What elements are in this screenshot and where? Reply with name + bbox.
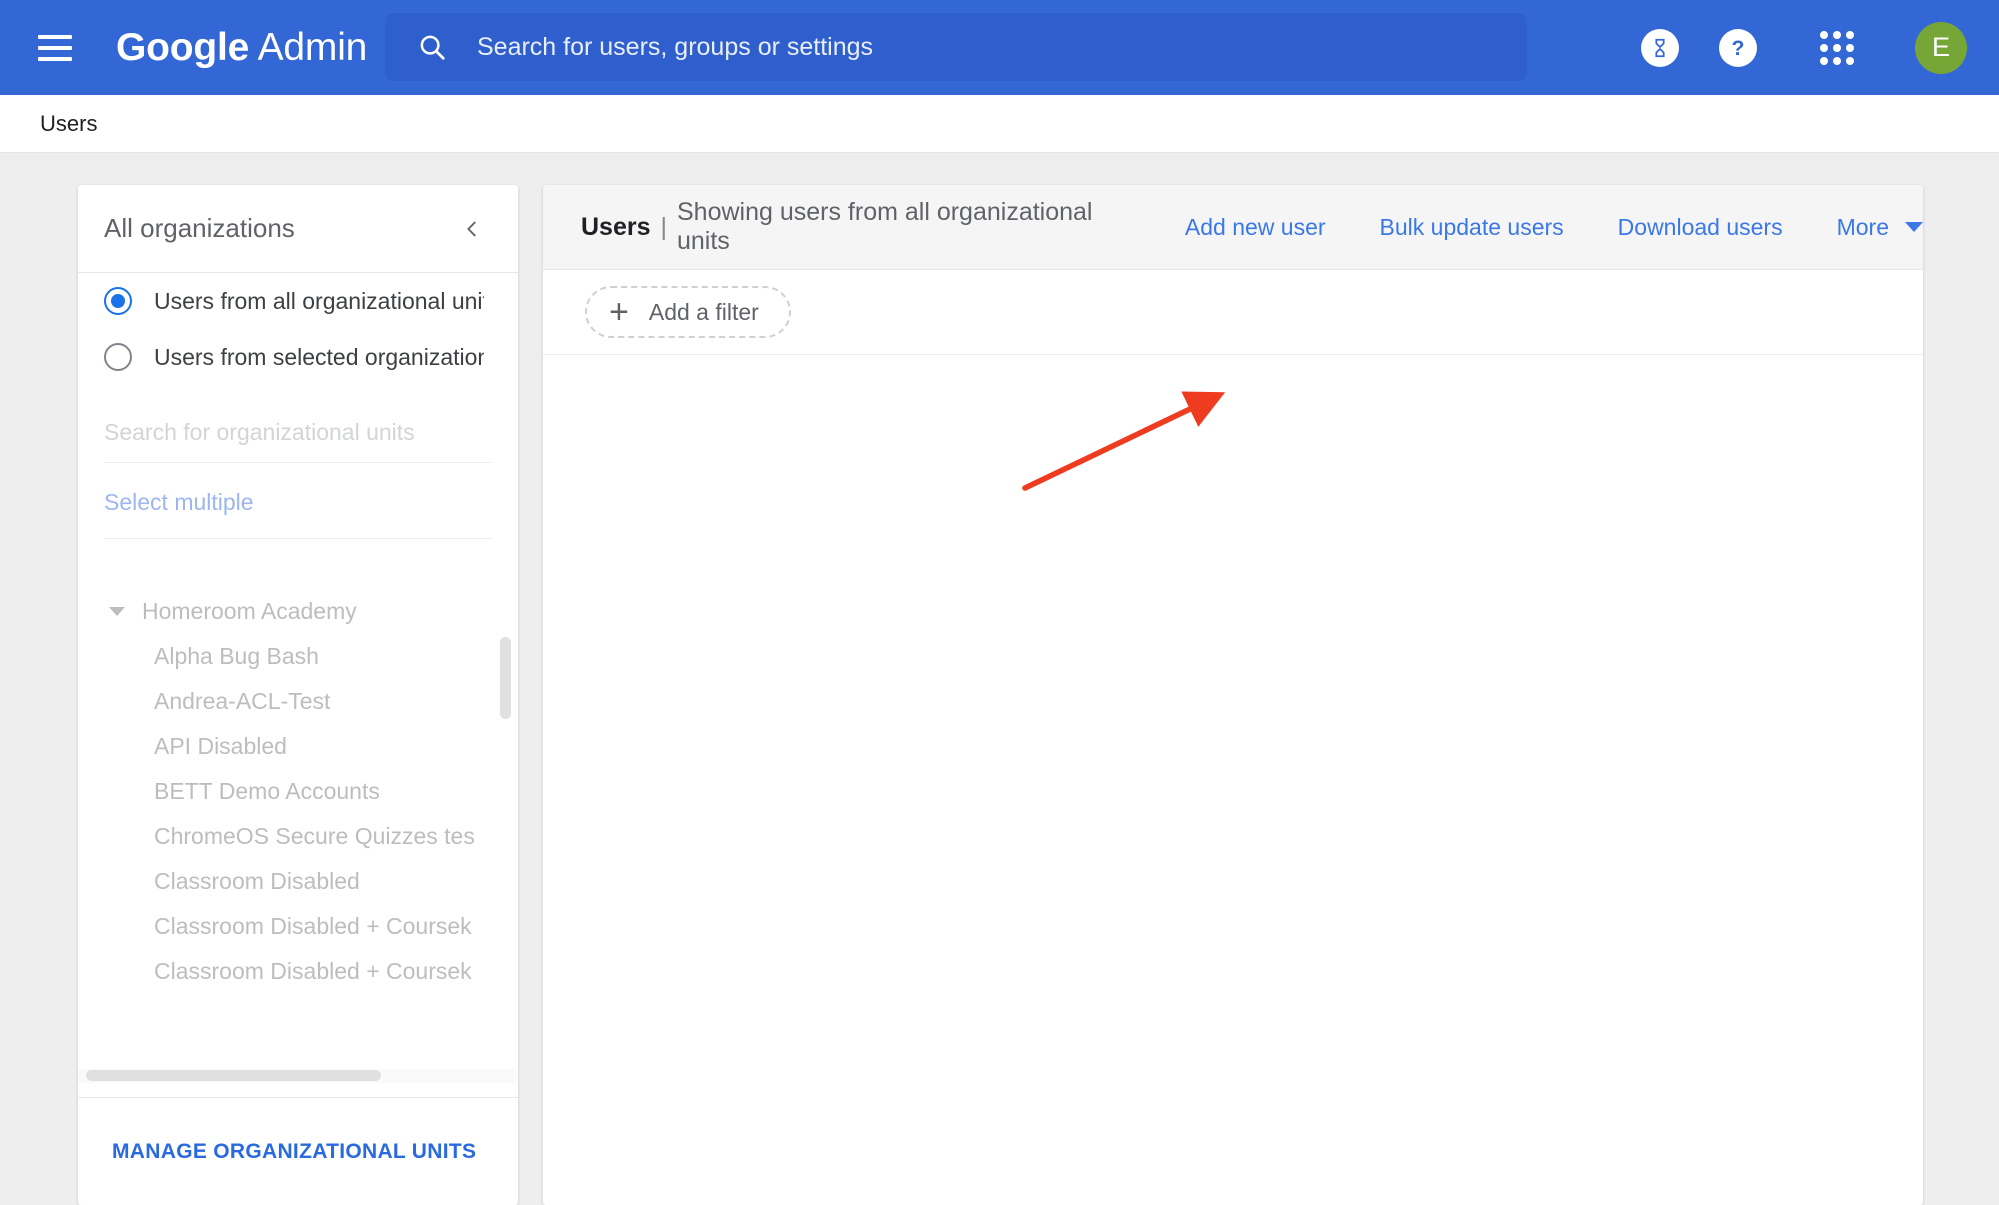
list-item[interactable]: Classroom Disabled + Coursek [78, 949, 518, 994]
organizations-panel-footer: MANAGE ORGANIZATIONAL UNITS [78, 1097, 518, 1205]
apps-grid-icon[interactable] [1820, 30, 1854, 65]
users-title: Users [581, 212, 651, 241]
help-icon-slot: ? [1699, 28, 1777, 67]
search-placeholder: Search for users, groups or settings [477, 32, 874, 61]
org-unit-label: Classroom Disabled + Coursek [154, 958, 472, 984]
list-item[interactable]: BETT Demo Accounts [78, 769, 518, 814]
hourglass-icon-slot [1621, 28, 1699, 67]
org-unit-label: Classroom Disabled + Coursek [154, 913, 472, 939]
app-brand: Google Admin [116, 26, 367, 70]
page-title: All organizations [104, 213, 295, 243]
radio-all-org-units-control[interactable] [104, 287, 132, 315]
hamburger-menu-icon[interactable] [38, 34, 72, 61]
breadcrumb: Users [0, 95, 1999, 153]
radio-all-org-units[interactable]: Users from all organizational units [78, 273, 518, 329]
list-item[interactable]: Alpha Bug Bash [78, 634, 518, 679]
organizations-panel-header: All organizations [78, 185, 518, 273]
radio-selected-org-units[interactable]: Users from selected organizational… [78, 329, 518, 385]
search-input[interactable]: Search for users, groups or settings [385, 13, 1527, 81]
list-item[interactable]: Classroom Disabled + Coursek [78, 904, 518, 949]
breadcrumb-users[interactable]: Users [40, 111, 97, 137]
account-avatar[interactable]: E [1915, 21, 1967, 74]
more-actions-link[interactable]: More [1837, 214, 1923, 241]
chevron-down-icon [1905, 222, 1923, 232]
help-icon[interactable]: ? [1719, 28, 1757, 67]
add-new-user-link[interactable]: Add new user [1185, 214, 1326, 241]
top-app-bar: Google Admin Search for users, groups or… [0, 0, 1999, 95]
org-unit-list[interactable]: Homeroom Academy Alpha Bug Bash Andrea-A… [78, 589, 518, 1083]
add-filter-button[interactable]: + Add a filter [585, 286, 791, 338]
users-subtitle: Showing users from all organizational un… [677, 198, 1093, 255]
download-users-link[interactable]: Download users [1618, 214, 1783, 241]
org-unit-label: BETT Demo Accounts [154, 778, 380, 804]
list-item[interactable]: API Disabled [78, 724, 518, 769]
radio-selected-org-units-label: Users from selected organizational… [154, 343, 484, 370]
org-unit-label: Classroom Disabled [154, 868, 360, 894]
manage-organizational-units-button[interactable]: MANAGE ORGANIZATIONAL UNITS [112, 1140, 476, 1164]
plus-icon: + [609, 293, 629, 331]
apps-grid-icon-slot [1777, 30, 1897, 65]
list-item[interactable]: Homeroom Academy [78, 589, 518, 634]
search-icon [417, 32, 447, 62]
page-body: All organizations Users from all organiz… [0, 153, 1999, 1205]
chevron-left-icon[interactable] [452, 209, 492, 249]
brand-admin: Admin [249, 25, 368, 69]
organizations-panel: All organizations Users from all organiz… [78, 185, 518, 1205]
svg-text:?: ? [1732, 35, 1745, 59]
radio-selected-org-units-control[interactable] [104, 343, 132, 371]
add-filter-label: Add a filter [648, 298, 759, 325]
org-unit-search-input[interactable]: Search for organizational units [104, 419, 492, 463]
select-multiple-link[interactable]: Select multiple [104, 463, 492, 539]
org-unit-label: Andrea-ACL-Test [154, 688, 331, 714]
org-unit-label: Homeroom Academy [142, 598, 357, 624]
chevron-down-icon[interactable] [104, 607, 130, 616]
list-item[interactable]: Classroom Disabled [78, 859, 518, 904]
org-unit-label: ChromeOS Secure Quizzes tes [154, 823, 475, 849]
hourglass-icon[interactable] [1641, 28, 1679, 67]
title-separator: | [660, 212, 668, 241]
more-actions-label: More [1836, 213, 1889, 240]
org-unit-search-placeholder: Search for organizational units [104, 419, 415, 445]
users-panel: Users | Showing users from all organizat… [543, 185, 1923, 1205]
horizontal-scrollbar[interactable] [86, 1070, 381, 1081]
top-bar-icons: ? E [1621, 0, 1999, 95]
bulk-update-users-link[interactable]: Bulk update users [1380, 214, 1564, 241]
org-unit-label: API Disabled [154, 733, 287, 759]
filter-bar: + Add a filter [543, 270, 1923, 355]
users-panel-header: Users | Showing users from all organizat… [543, 185, 1923, 270]
vertical-scrollbar[interactable] [500, 637, 511, 719]
org-unit-label: Alpha Bug Bash [154, 643, 319, 669]
brand-google: Google [116, 25, 250, 69]
users-actions: Add new user Bulk update users Download … [1185, 214, 1923, 241]
radio-all-org-units-label: Users from all organizational units [154, 287, 484, 314]
list-item[interactable]: Andrea-ACL-Test [78, 679, 518, 724]
list-item[interactable]: ChromeOS Secure Quizzes tes [78, 814, 518, 859]
